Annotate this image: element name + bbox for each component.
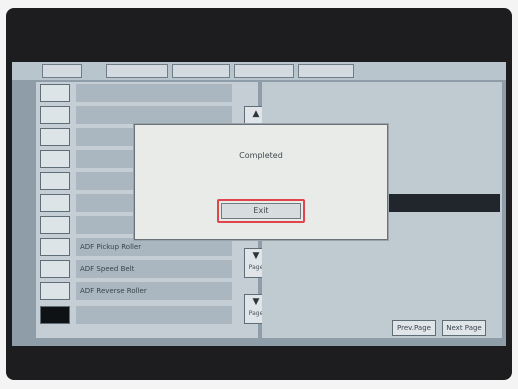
exit-button-highlight[interactable]: Exit <box>217 199 305 223</box>
menu-row-label <box>76 306 232 324</box>
menu-row-key[interactable] <box>40 238 70 256</box>
menu-row-key[interactable] <box>40 84 70 102</box>
menu-row-key[interactable] <box>40 194 70 212</box>
tab-2[interactable] <box>106 64 168 78</box>
menu-row-label <box>76 106 232 124</box>
menu-row-label: ADF Reverse Roller <box>76 282 232 300</box>
prev-page-button[interactable]: Prev.Page <box>392 320 436 336</box>
next-page-button[interactable]: Next Page <box>442 320 486 336</box>
menu-row-key[interactable] <box>40 260 70 278</box>
tab-1[interactable] <box>42 64 82 78</box>
tab-strip <box>12 62 506 80</box>
menu-row-key[interactable] <box>40 128 70 146</box>
menu-row-label: ADF Pickup Roller <box>76 238 232 256</box>
tab-3[interactable] <box>172 64 230 78</box>
menu-row-key[interactable] <box>40 306 70 324</box>
exit-button[interactable]: Exit <box>221 203 301 219</box>
value-field <box>388 194 500 212</box>
menu-row-label: ADF Speed Belt <box>76 260 232 278</box>
dialog-message: Completed <box>239 151 283 160</box>
menu-row-key[interactable] <box>40 282 70 300</box>
completed-dialog: Completed Exit <box>134 124 388 240</box>
menu-row-key[interactable] <box>40 106 70 124</box>
tab-5[interactable] <box>298 64 354 78</box>
menu-row-key[interactable] <box>40 172 70 190</box>
menu-row-key[interactable] <box>40 150 70 168</box>
tab-4[interactable] <box>234 64 294 78</box>
menu-row-key[interactable] <box>40 216 70 234</box>
menu-row-label <box>76 84 232 102</box>
